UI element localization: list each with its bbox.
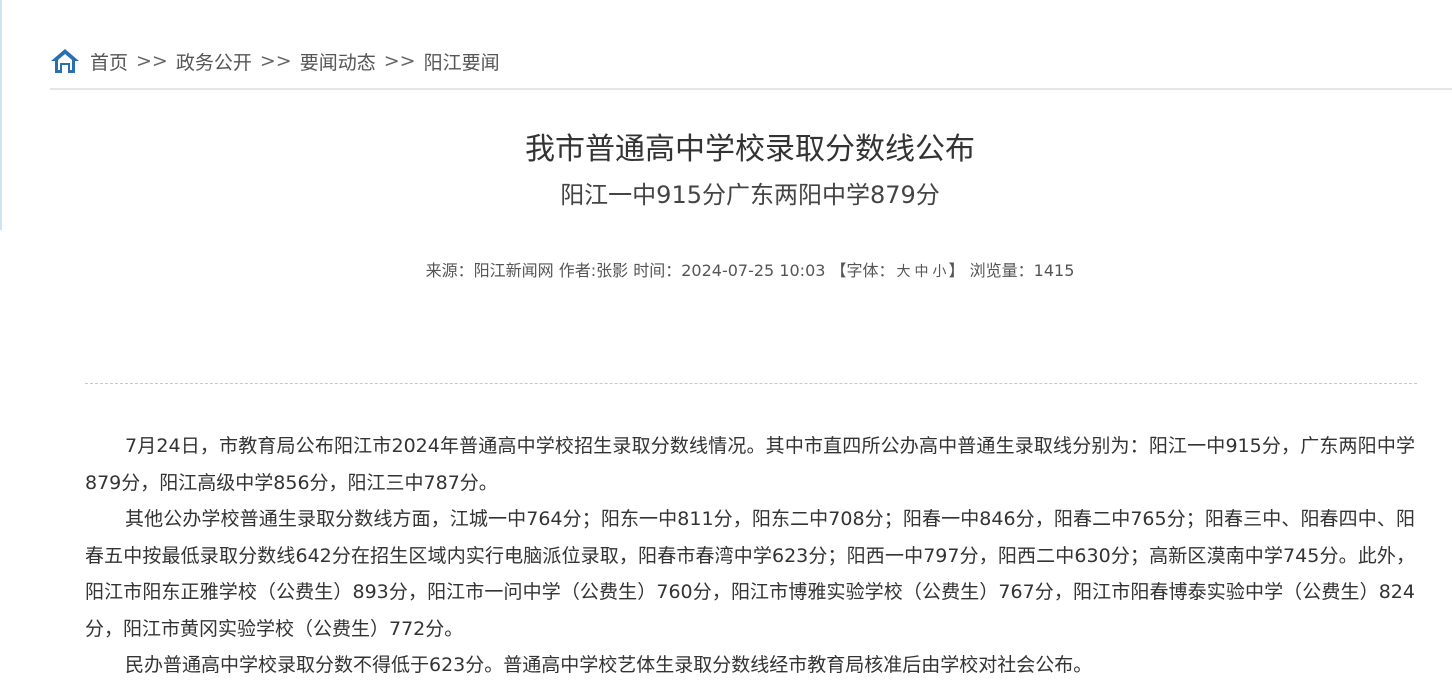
breadcrumb-item-yangjiang-news[interactable]: 阳江要闻 — [424, 48, 500, 75]
breadcrumb-separator: >> — [259, 50, 292, 72]
article-subtitle: 阳江一中915分广东两阳中学879分 — [560, 181, 940, 209]
breadcrumb-divider — [50, 88, 1452, 90]
breadcrumb-item-government-affairs[interactable]: 政务公开 — [176, 48, 252, 75]
views-label: 浏览量： — [969, 261, 1034, 280]
breadcrumb-separator: >> — [383, 50, 416, 72]
font-size-small-button[interactable]: 小 — [933, 264, 947, 280]
views-count: 1415 — [1033, 261, 1075, 280]
font-size-open: 【字体： — [830, 261, 895, 280]
article-body: 7月24日，市教育局公布阳江市2024年普通高中学校招生录取分数线情况。其中市直… — [85, 428, 1415, 684]
article-paragraph: 民办普通高中学校录取分数不得低于623分。普通高中学校艺体生录取分数线经市教育局… — [125, 654, 1093, 676]
source-value: 阳江新闻网 — [473, 261, 554, 280]
breadcrumb-separator: >> — [136, 50, 168, 72]
breadcrumb-item-news[interactable]: 要闻动态 — [300, 48, 376, 75]
article-paragraph: 其他公办学校普通生录取分数线方面，江城一中764分；阳东一中811分，阳东二中7… — [85, 508, 1415, 640]
author-label: 作者: — [558, 261, 597, 280]
author-value: 张影 — [596, 261, 629, 280]
article-meta: 来源：阳江新闻网 作者:张影 时间：2024-07-25 10:03 【字体：大… — [0, 257, 1452, 281]
font-size-medium-button[interactable]: 中 — [915, 264, 929, 280]
time-value: 2024-07-25 10:03 — [681, 261, 826, 280]
home-icon[interactable] — [50, 46, 80, 76]
breadcrumb-home[interactable]: 首页 — [90, 48, 128, 75]
time-label: 时间： — [633, 261, 682, 280]
breadcrumb: 首页 >> 政务公开 >> 要闻动态 >> 阳江要闻 — [50, 44, 500, 78]
article-paragraph: 7月24日，市教育局公布阳江市2024年普通高中学校招生录取分数线情况。其中市直… — [85, 435, 1415, 494]
article-title: 我市普通高中学校录取分数线公布 — [525, 132, 975, 167]
content-divider — [85, 383, 1417, 384]
font-size-close: 】 — [948, 261, 965, 280]
font-size-large-button[interactable]: 大 — [897, 264, 911, 280]
source-label: 来源： — [425, 261, 474, 280]
